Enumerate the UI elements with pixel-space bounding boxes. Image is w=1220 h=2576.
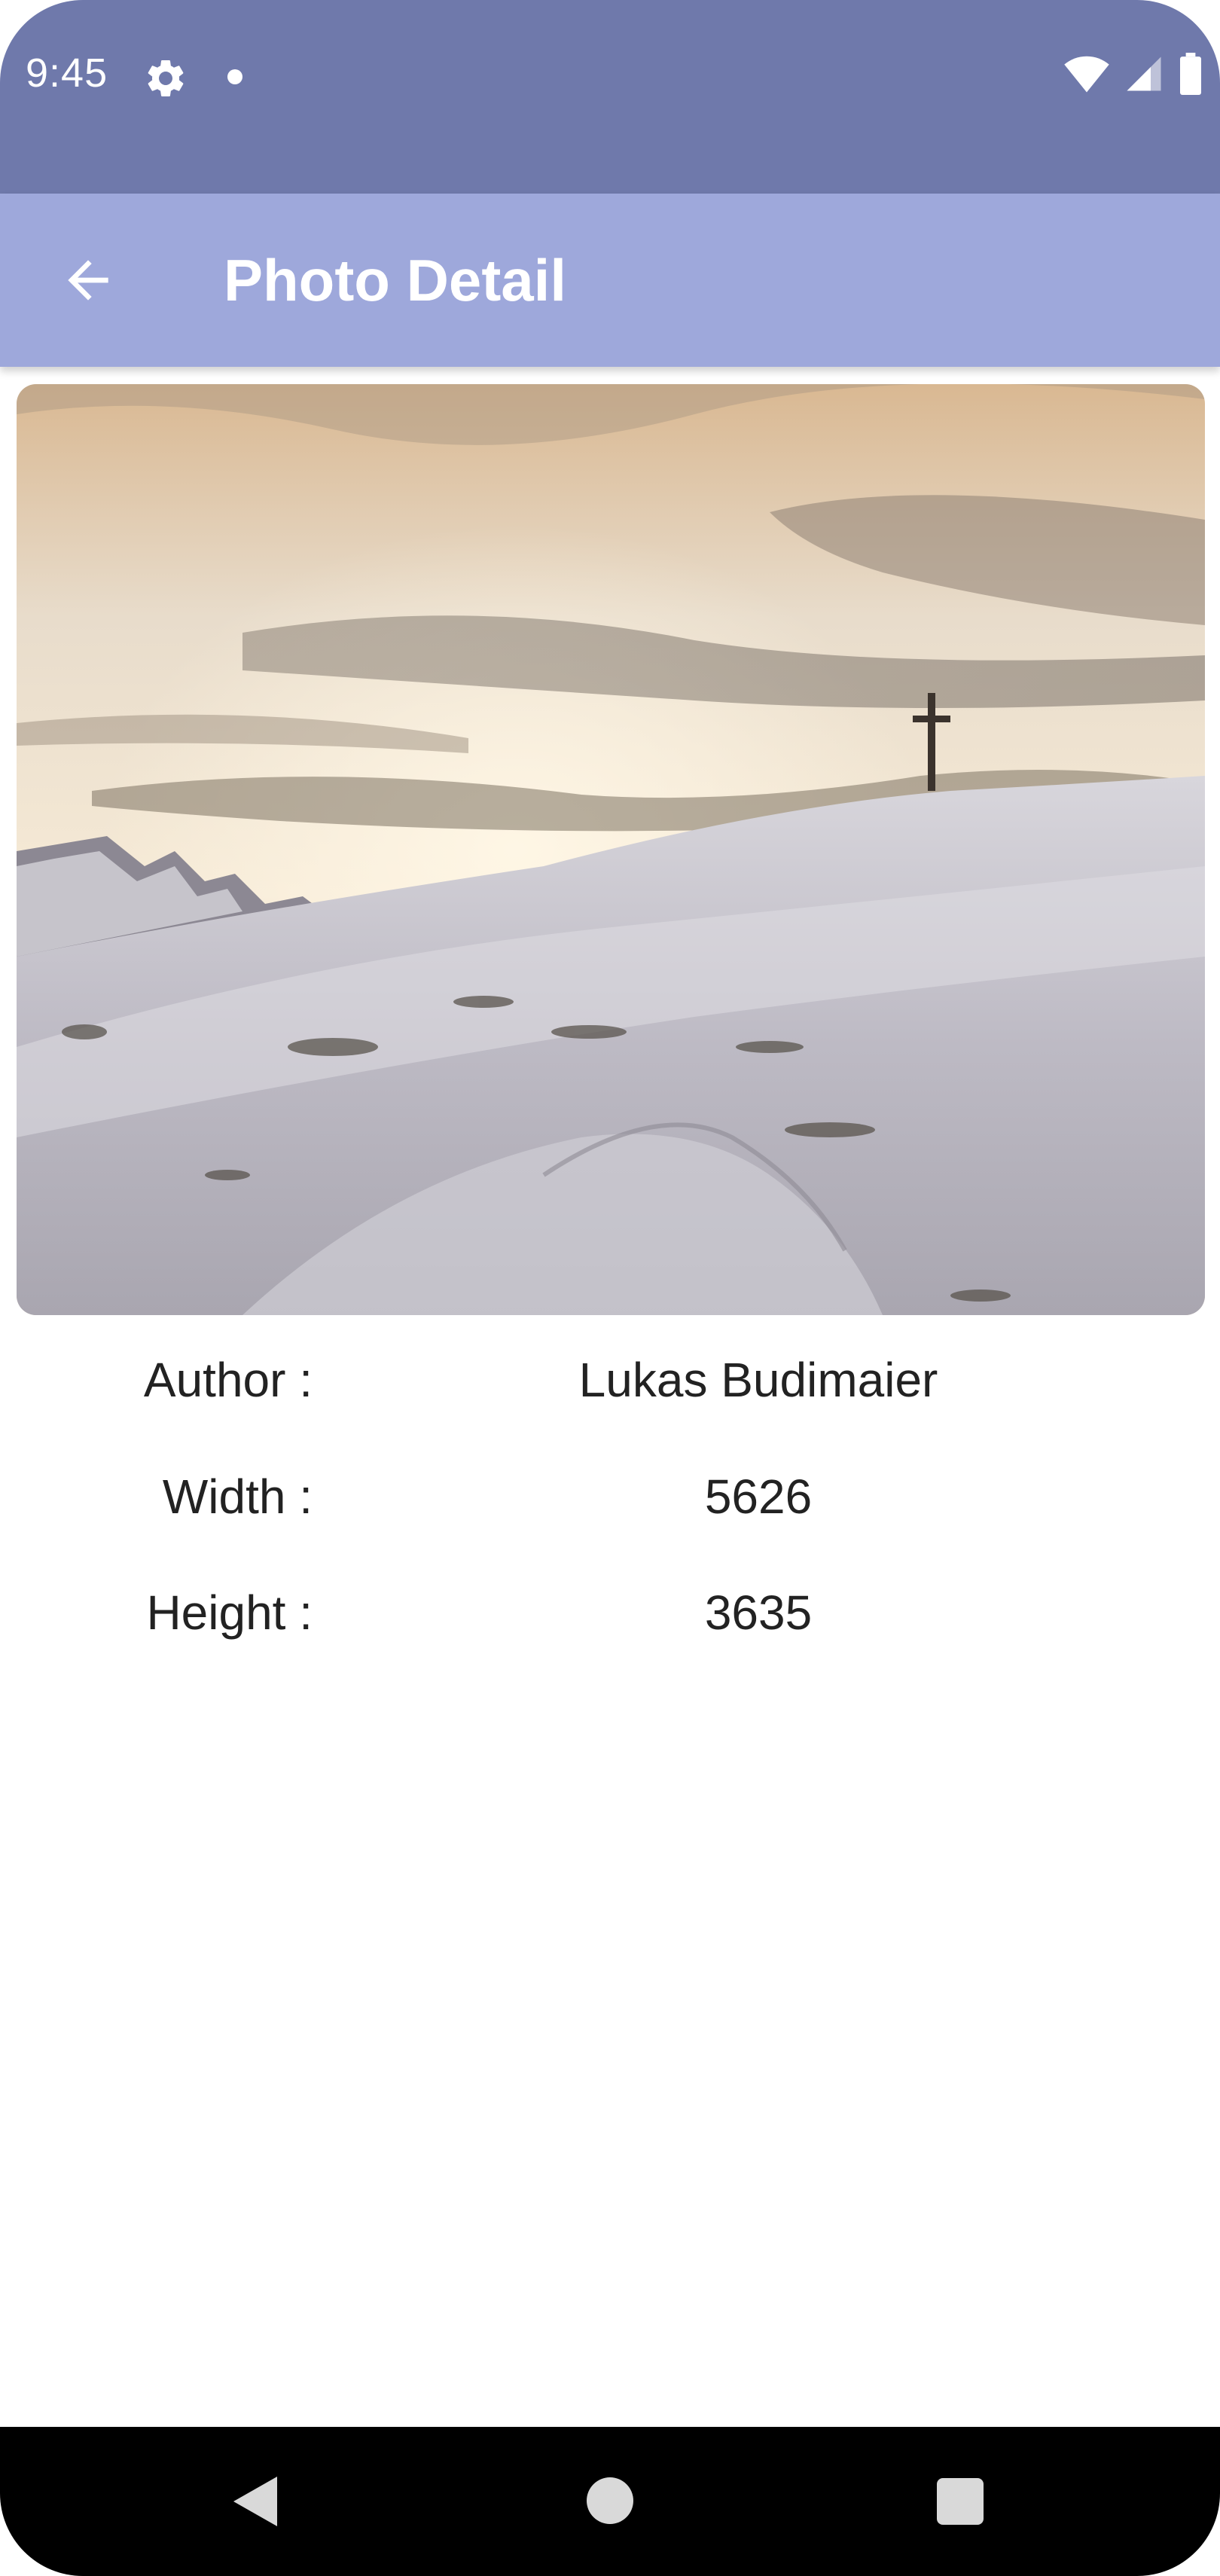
- width-value: 5626: [704, 1470, 813, 1524]
- arrow-back-icon: [68, 260, 108, 301]
- battery-icon: [1180, 53, 1201, 95]
- nav-back-icon[interactable]: [233, 2477, 277, 2526]
- status-bar: 9:45: [0, 0, 1220, 194]
- width-label: Width :: [162, 1470, 313, 1524]
- detail-row-width: Width : 5626: [0, 1469, 1220, 1544]
- detail-row-author: Author : Lukas Budimaier: [0, 1352, 1220, 1427]
- author-label: Author :: [143, 1353, 313, 1407]
- notification-dot-icon: [227, 69, 242, 84]
- height-label: Height :: [146, 1586, 313, 1640]
- author-value: Lukas Budimaier: [578, 1353, 938, 1407]
- navigation-bar: [0, 2427, 1220, 2576]
- nav-home-icon[interactable]: [587, 2477, 633, 2524]
- detail-row-height: Height : 3635: [0, 1585, 1220, 1660]
- status-time: 9:45: [26, 50, 108, 96]
- height-value: 3635: [704, 1586, 813, 1640]
- app-bar: Photo Detail: [0, 194, 1220, 367]
- screen: 9:45 Photo Detail Author: Lukas Budimai…: [0, 0, 1220, 2576]
- status-icons: [1063, 53, 1203, 95]
- page-title: Photo Detail: [224, 247, 567, 313]
- wifi-icon: [1064, 56, 1109, 93]
- nav-recents-icon[interactable]: [937, 2478, 984, 2525]
- back-button[interactable]: [47, 239, 130, 322]
- cell-signal-icon: [1127, 56, 1161, 91]
- photo-image: [17, 384, 1205, 1315]
- gear-icon: [148, 60, 184, 96]
